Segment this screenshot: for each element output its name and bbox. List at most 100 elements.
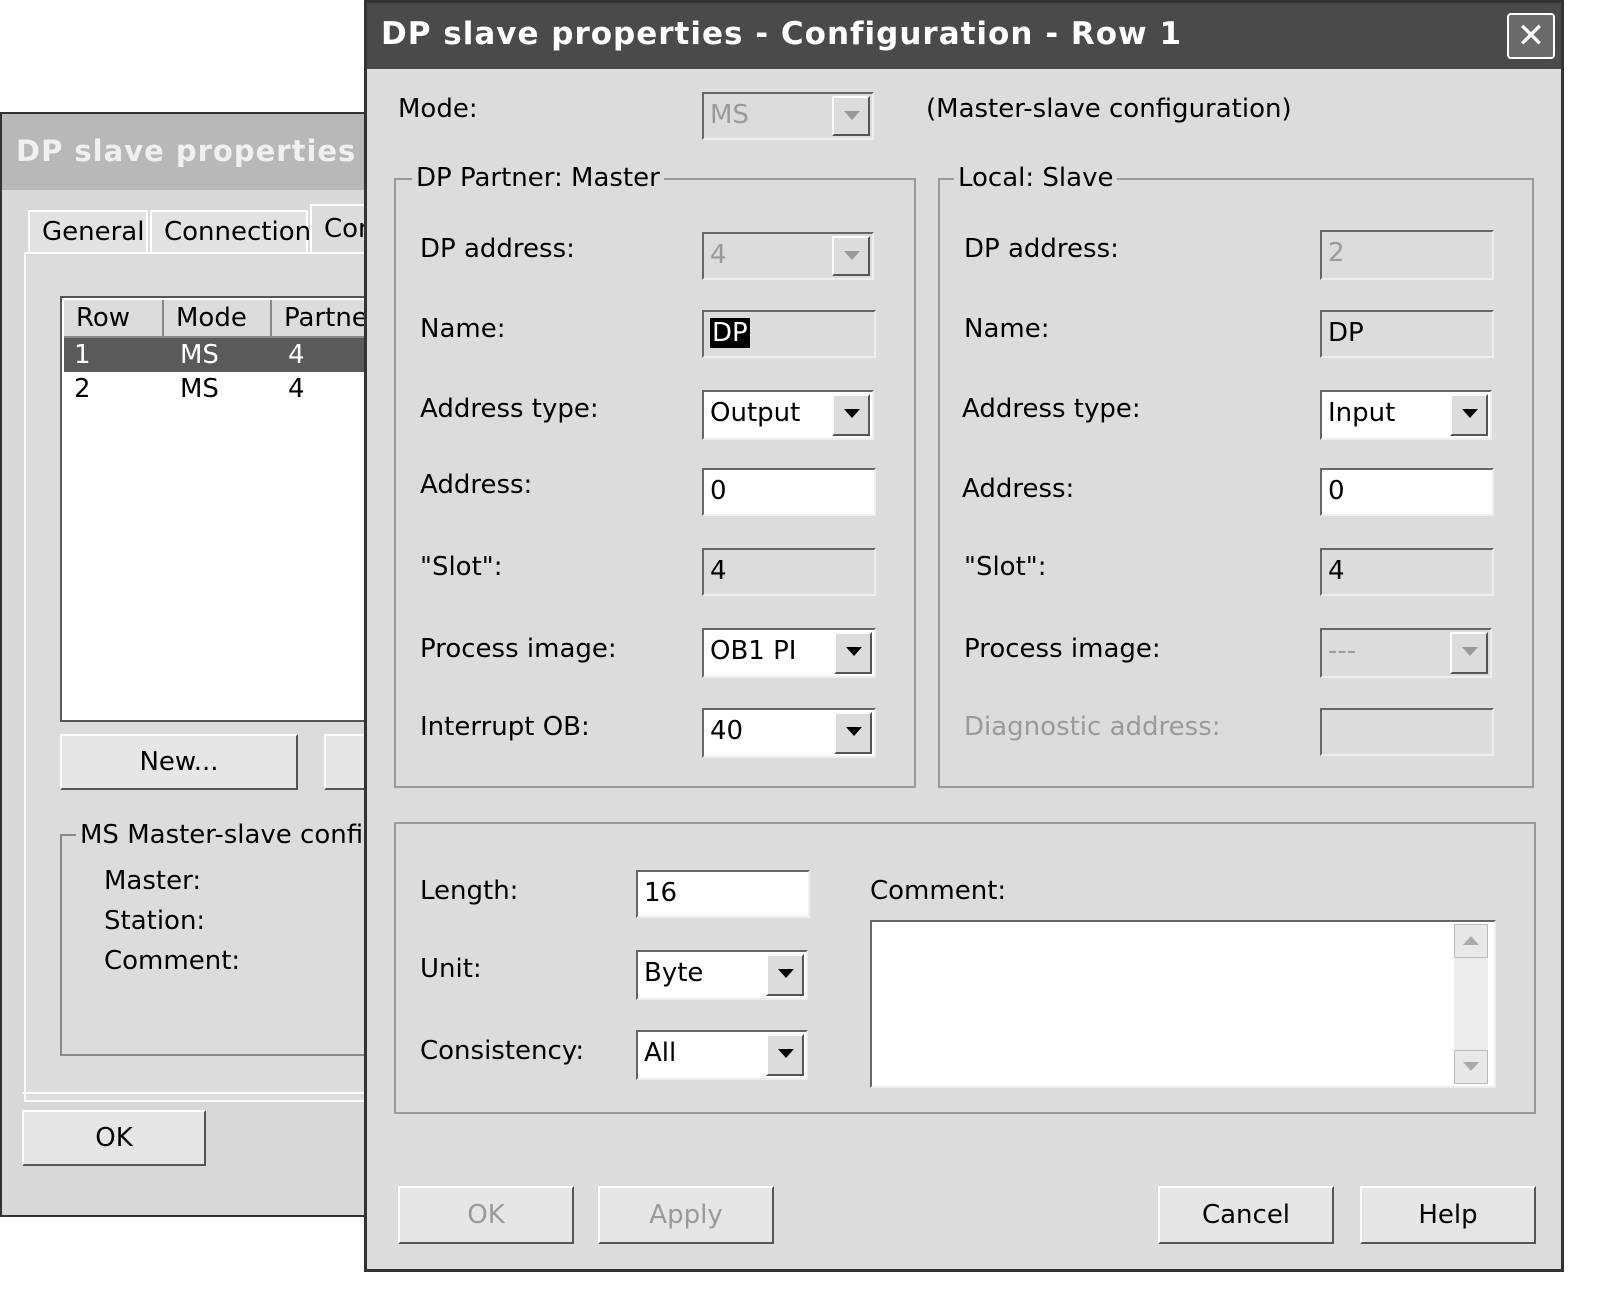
apply-button[interactable]: Apply xyxy=(598,1186,774,1244)
cancel-button-label: Cancel xyxy=(1201,1200,1291,1230)
station-info-label: Station: xyxy=(104,906,206,936)
chevron-down-icon[interactable] xyxy=(766,954,804,996)
slave-address-field[interactable]: 0 xyxy=(1320,468,1494,516)
master-address-type-select[interactable]: Output xyxy=(702,390,874,440)
unit-select[interactable]: Byte xyxy=(636,950,808,1000)
cancel-button[interactable]: Cancel xyxy=(1158,1186,1334,1244)
slave-name-field[interactable]: DP xyxy=(1320,310,1494,358)
consistency-value: All xyxy=(644,1038,677,1068)
slave-address-label: Address: xyxy=(962,474,1075,504)
row-1-partner: 4 xyxy=(288,340,305,370)
master-name-value: DP xyxy=(710,318,750,348)
tab-connection-label: Connection xyxy=(164,217,312,247)
comment-info-label: Comment: xyxy=(104,946,241,976)
row-1-number: 1 xyxy=(74,340,91,370)
scroll-down-icon[interactable] xyxy=(1454,1050,1488,1084)
row-1-mode: MS xyxy=(180,340,219,370)
chevron-down-icon[interactable] xyxy=(766,1034,804,1076)
comment-scrollbar[interactable] xyxy=(1454,924,1488,1084)
master-group-label: DP Partner: Master xyxy=(412,163,664,193)
master-dp-address-value: 4 xyxy=(710,240,727,270)
dialog-title: DP slave properties - Configuration - Ro… xyxy=(381,16,1183,52)
back-ok-button-label: OK xyxy=(95,1123,133,1153)
ms-config-group-label: MS Master-slave configu xyxy=(76,820,401,850)
unit-label: Unit: xyxy=(420,954,482,984)
master-slot-field: 4 xyxy=(702,548,876,596)
table-row[interactable] xyxy=(64,338,380,372)
master-slot-value: 4 xyxy=(710,556,727,586)
comment-label: Comment: xyxy=(870,876,1007,906)
back-ok-button[interactable]: OK xyxy=(22,1110,206,1166)
master-name-label: Name: xyxy=(420,314,506,344)
diagnostic-address-label: Diagnostic address: xyxy=(964,712,1221,742)
slave-dp-address-label: DP address: xyxy=(964,234,1119,264)
comment-textarea[interactable] xyxy=(870,920,1496,1088)
slave-process-image-value: --- xyxy=(1328,636,1357,666)
tab-general-label: General xyxy=(42,217,145,247)
unit-value: Byte xyxy=(644,958,704,988)
chevron-down-icon xyxy=(832,96,870,136)
master-dp-address-label: DP address: xyxy=(420,234,575,264)
length-field[interactable]: 16 xyxy=(636,870,810,918)
master-address-type-label: Address type: xyxy=(420,394,599,424)
slave-slot-label: "Slot": xyxy=(964,552,1047,582)
chevron-down-icon[interactable] xyxy=(834,712,872,754)
close-button[interactable]: ✕ xyxy=(1507,13,1555,59)
row-2-mode: MS xyxy=(180,374,219,404)
close-icon: ✕ xyxy=(1516,16,1546,56)
master-address-type-value: Output xyxy=(710,398,801,428)
ok-button-label: OK xyxy=(467,1200,505,1230)
interrupt-ob-select[interactable]: 40 xyxy=(702,708,876,758)
new-row-button[interactable]: New... xyxy=(60,734,298,790)
slave-address-type-value: Input xyxy=(1328,398,1396,428)
ok-button[interactable]: OK xyxy=(398,1186,574,1244)
master-dp-address-select[interactable]: 4 xyxy=(702,232,874,280)
chevron-down-icon[interactable] xyxy=(834,632,872,674)
master-slot-label: "Slot": xyxy=(420,552,503,582)
row-2-number: 2 xyxy=(74,374,91,404)
master-address-field[interactable]: 0 xyxy=(702,468,876,516)
master-address-label: Address: xyxy=(420,470,533,500)
row-2-partner: 4 xyxy=(288,374,305,404)
scroll-up-icon[interactable] xyxy=(1454,924,1488,958)
chevron-down-icon[interactable] xyxy=(832,394,870,436)
back-window-divider xyxy=(22,1092,380,1094)
slave-name-label: Name: xyxy=(964,314,1050,344)
back-window-title: DP slave properties xyxy=(16,134,357,168)
consistency-select[interactable]: All xyxy=(636,1030,808,1080)
column-header-row-label: Row xyxy=(76,303,131,333)
mode-description: (Master-slave configuration) xyxy=(926,94,1292,124)
chevron-down-icon xyxy=(832,236,870,276)
master-process-image-value: OB1 PI xyxy=(710,636,797,666)
slave-address-value: 0 xyxy=(1328,476,1345,506)
length-value: 16 xyxy=(644,878,678,908)
slave-process-image-label: Process image: xyxy=(964,634,1161,664)
column-header-partner-label: Partne xyxy=(284,303,368,333)
mode-label: Mode: xyxy=(398,94,478,124)
master-name-field[interactable]: DP xyxy=(702,310,876,358)
help-button[interactable]: Help xyxy=(1360,1186,1536,1244)
help-button-label: Help xyxy=(1418,1200,1478,1230)
tab-general[interactable]: General xyxy=(28,210,148,254)
master-address-value: 0 xyxy=(710,476,727,506)
chevron-down-icon[interactable] xyxy=(1450,394,1488,436)
slave-slot-value: 4 xyxy=(1328,556,1345,586)
slave-address-type-select[interactable]: Input xyxy=(1320,390,1492,440)
column-header-mode-label: Mode xyxy=(176,303,247,333)
master-info-label: Master: xyxy=(104,866,202,896)
mode-select[interactable]: MS xyxy=(702,92,874,140)
interrupt-ob-label: Interrupt OB: xyxy=(420,712,590,742)
slave-dp-address-field: 2 xyxy=(1320,230,1494,280)
master-process-image-select[interactable]: OB1 PI xyxy=(702,628,876,678)
consistency-label: Consistency: xyxy=(420,1036,585,1066)
chevron-down-icon xyxy=(1450,632,1488,674)
master-process-image-label: Process image: xyxy=(420,634,617,664)
slave-slot-field: 4 xyxy=(1320,548,1494,596)
column-header-mode[interactable]: Mode xyxy=(164,300,272,338)
slave-dp-address-value: 2 xyxy=(1328,238,1345,268)
tab-connection[interactable]: Connection xyxy=(150,210,312,254)
slave-process-image-select[interactable]: --- xyxy=(1320,628,1492,678)
interrupt-ob-value: 40 xyxy=(710,716,744,746)
table-row[interactable] xyxy=(64,374,380,408)
column-header-row[interactable]: Row xyxy=(64,300,164,338)
